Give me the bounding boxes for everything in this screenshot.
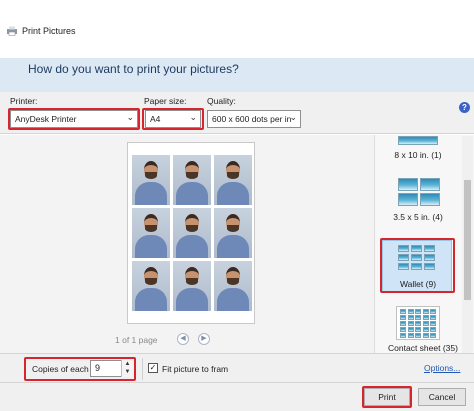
- wallet-photo: [214, 261, 252, 311]
- help-icon[interactable]: ?: [459, 102, 470, 113]
- contact-thumbnail: [422, 321, 429, 326]
- wallet-photo: [132, 261, 170, 311]
- cancel-button[interactable]: Cancel: [418, 388, 466, 406]
- wallet-thumbnail: [411, 263, 422, 270]
- paper-size-select[interactable]: A4 ⌄: [145, 110, 201, 128]
- wallet-photo: [173, 261, 211, 311]
- layout-3x5-thumbnail-4[interactable]: [420, 193, 440, 206]
- chevron-down-icon[interactable]: ▼: [122, 368, 133, 376]
- fit-picture-label[interactable]: Fit picture to fram: [162, 364, 228, 374]
- wallet-thumbnail: [411, 245, 422, 252]
- previous-page-button[interactable]: ◀: [177, 333, 189, 345]
- contact-thumbnail: [430, 333, 436, 338]
- scrollbar-thumb[interactable]: [464, 180, 471, 300]
- layout-3x5-thumbnail-2[interactable]: [420, 178, 440, 191]
- window-title: Print Pictures: [22, 26, 76, 36]
- wallet-thumbnail: [398, 245, 409, 252]
- wallet-thumbnail: [398, 263, 409, 270]
- chevron-down-icon: ⌄: [289, 112, 297, 122]
- layout-8x10-thumbnail[interactable]: [398, 136, 438, 145]
- layout-8x10-label[interactable]: 8 x 10 in. (1): [378, 150, 458, 160]
- contact-thumbnail: [400, 315, 406, 320]
- printer-icon: [7, 26, 17, 36]
- copies-value: 9: [95, 363, 101, 373]
- contact-thumbnail: [422, 309, 429, 314]
- layout-3x5-thumbnail-3[interactable]: [398, 193, 418, 206]
- contact-thumbnail: [407, 327, 414, 332]
- wallet-photo: [214, 208, 252, 258]
- separator: [142, 358, 143, 380]
- contact-thumbnail: [400, 327, 406, 332]
- chevron-up-icon[interactable]: ▲: [122, 360, 133, 368]
- contact-thumbnail: [400, 309, 406, 314]
- printer-label: Printer:: [10, 96, 38, 106]
- contact-thumbnail: [400, 321, 406, 326]
- print-button[interactable]: Print: [364, 388, 410, 406]
- layout-3x5-thumbnail-1[interactable]: [398, 178, 418, 191]
- contact-thumbnail: [407, 315, 414, 320]
- page-indicator: 1 of 1 page: [115, 335, 158, 345]
- fit-picture-checkbox[interactable]: ✓: [148, 363, 158, 373]
- wallet-thumbnail: [424, 254, 435, 261]
- contact-thumbnail: [415, 333, 421, 338]
- quality-label: Quality:: [207, 96, 236, 106]
- contact-thumbnail: [415, 327, 421, 332]
- wallet-thumbnail: [424, 263, 435, 270]
- quality-select[interactable]: 600 x 600 dots per in ⌄: [207, 110, 301, 128]
- wallet-photo: [173, 208, 211, 258]
- contact-thumbnail: [430, 315, 436, 320]
- wallet-thumbnail: [398, 254, 409, 261]
- contact-thumbnail: [415, 309, 421, 314]
- contact-thumbnail: [430, 309, 436, 314]
- copies-label: Copies of each: [32, 364, 89, 374]
- contact-thumbnail: [415, 321, 421, 326]
- next-page-button[interactable]: ▶: [198, 333, 210, 345]
- chevron-down-icon: ⌄: [189, 112, 197, 122]
- layout-contact-sheet-label[interactable]: Contact sheet (35): [378, 343, 468, 353]
- contact-thumbnail: [422, 333, 429, 338]
- layout-wallet-label[interactable]: Wallet (9): [378, 279, 458, 289]
- wallet-photo: [132, 208, 170, 258]
- contact-thumbnail: [422, 327, 429, 332]
- contact-thumbnail: [430, 327, 436, 332]
- chevron-down-icon: ⌄: [126, 112, 134, 122]
- contact-thumbnail: [407, 333, 414, 338]
- contact-thumbnail: [407, 321, 414, 326]
- paper-size-label: Paper size:: [144, 96, 187, 106]
- wallet-thumbnail: [411, 254, 422, 261]
- copies-stepper[interactable]: ▲ ▼: [121, 360, 133, 377]
- layout-3x5-label[interactable]: 3.5 x 5 in. (4): [378, 212, 458, 222]
- paper-size-value: A4: [150, 114, 161, 124]
- wallet-thumbnail: [424, 245, 435, 252]
- page-preview: [127, 142, 255, 324]
- printer-value: AnyDesk Printer: [15, 114, 77, 124]
- divider: [0, 382, 474, 383]
- contact-thumbnail: [400, 333, 406, 338]
- printer-select[interactable]: AnyDesk Printer ⌄: [10, 110, 138, 128]
- options-link[interactable]: Options...: [424, 363, 460, 373]
- contact-thumbnail: [407, 309, 414, 314]
- contact-thumbnail: [422, 315, 429, 320]
- quality-value: 600 x 600 dots per in: [212, 114, 292, 124]
- contact-thumbnail: [430, 321, 436, 326]
- wallet-photo: [132, 155, 170, 205]
- wallet-photo: [173, 155, 211, 205]
- wallet-photo: [214, 155, 252, 205]
- header-question: How do you want to print your pictures?: [28, 62, 239, 76]
- contact-thumbnail: [415, 315, 421, 320]
